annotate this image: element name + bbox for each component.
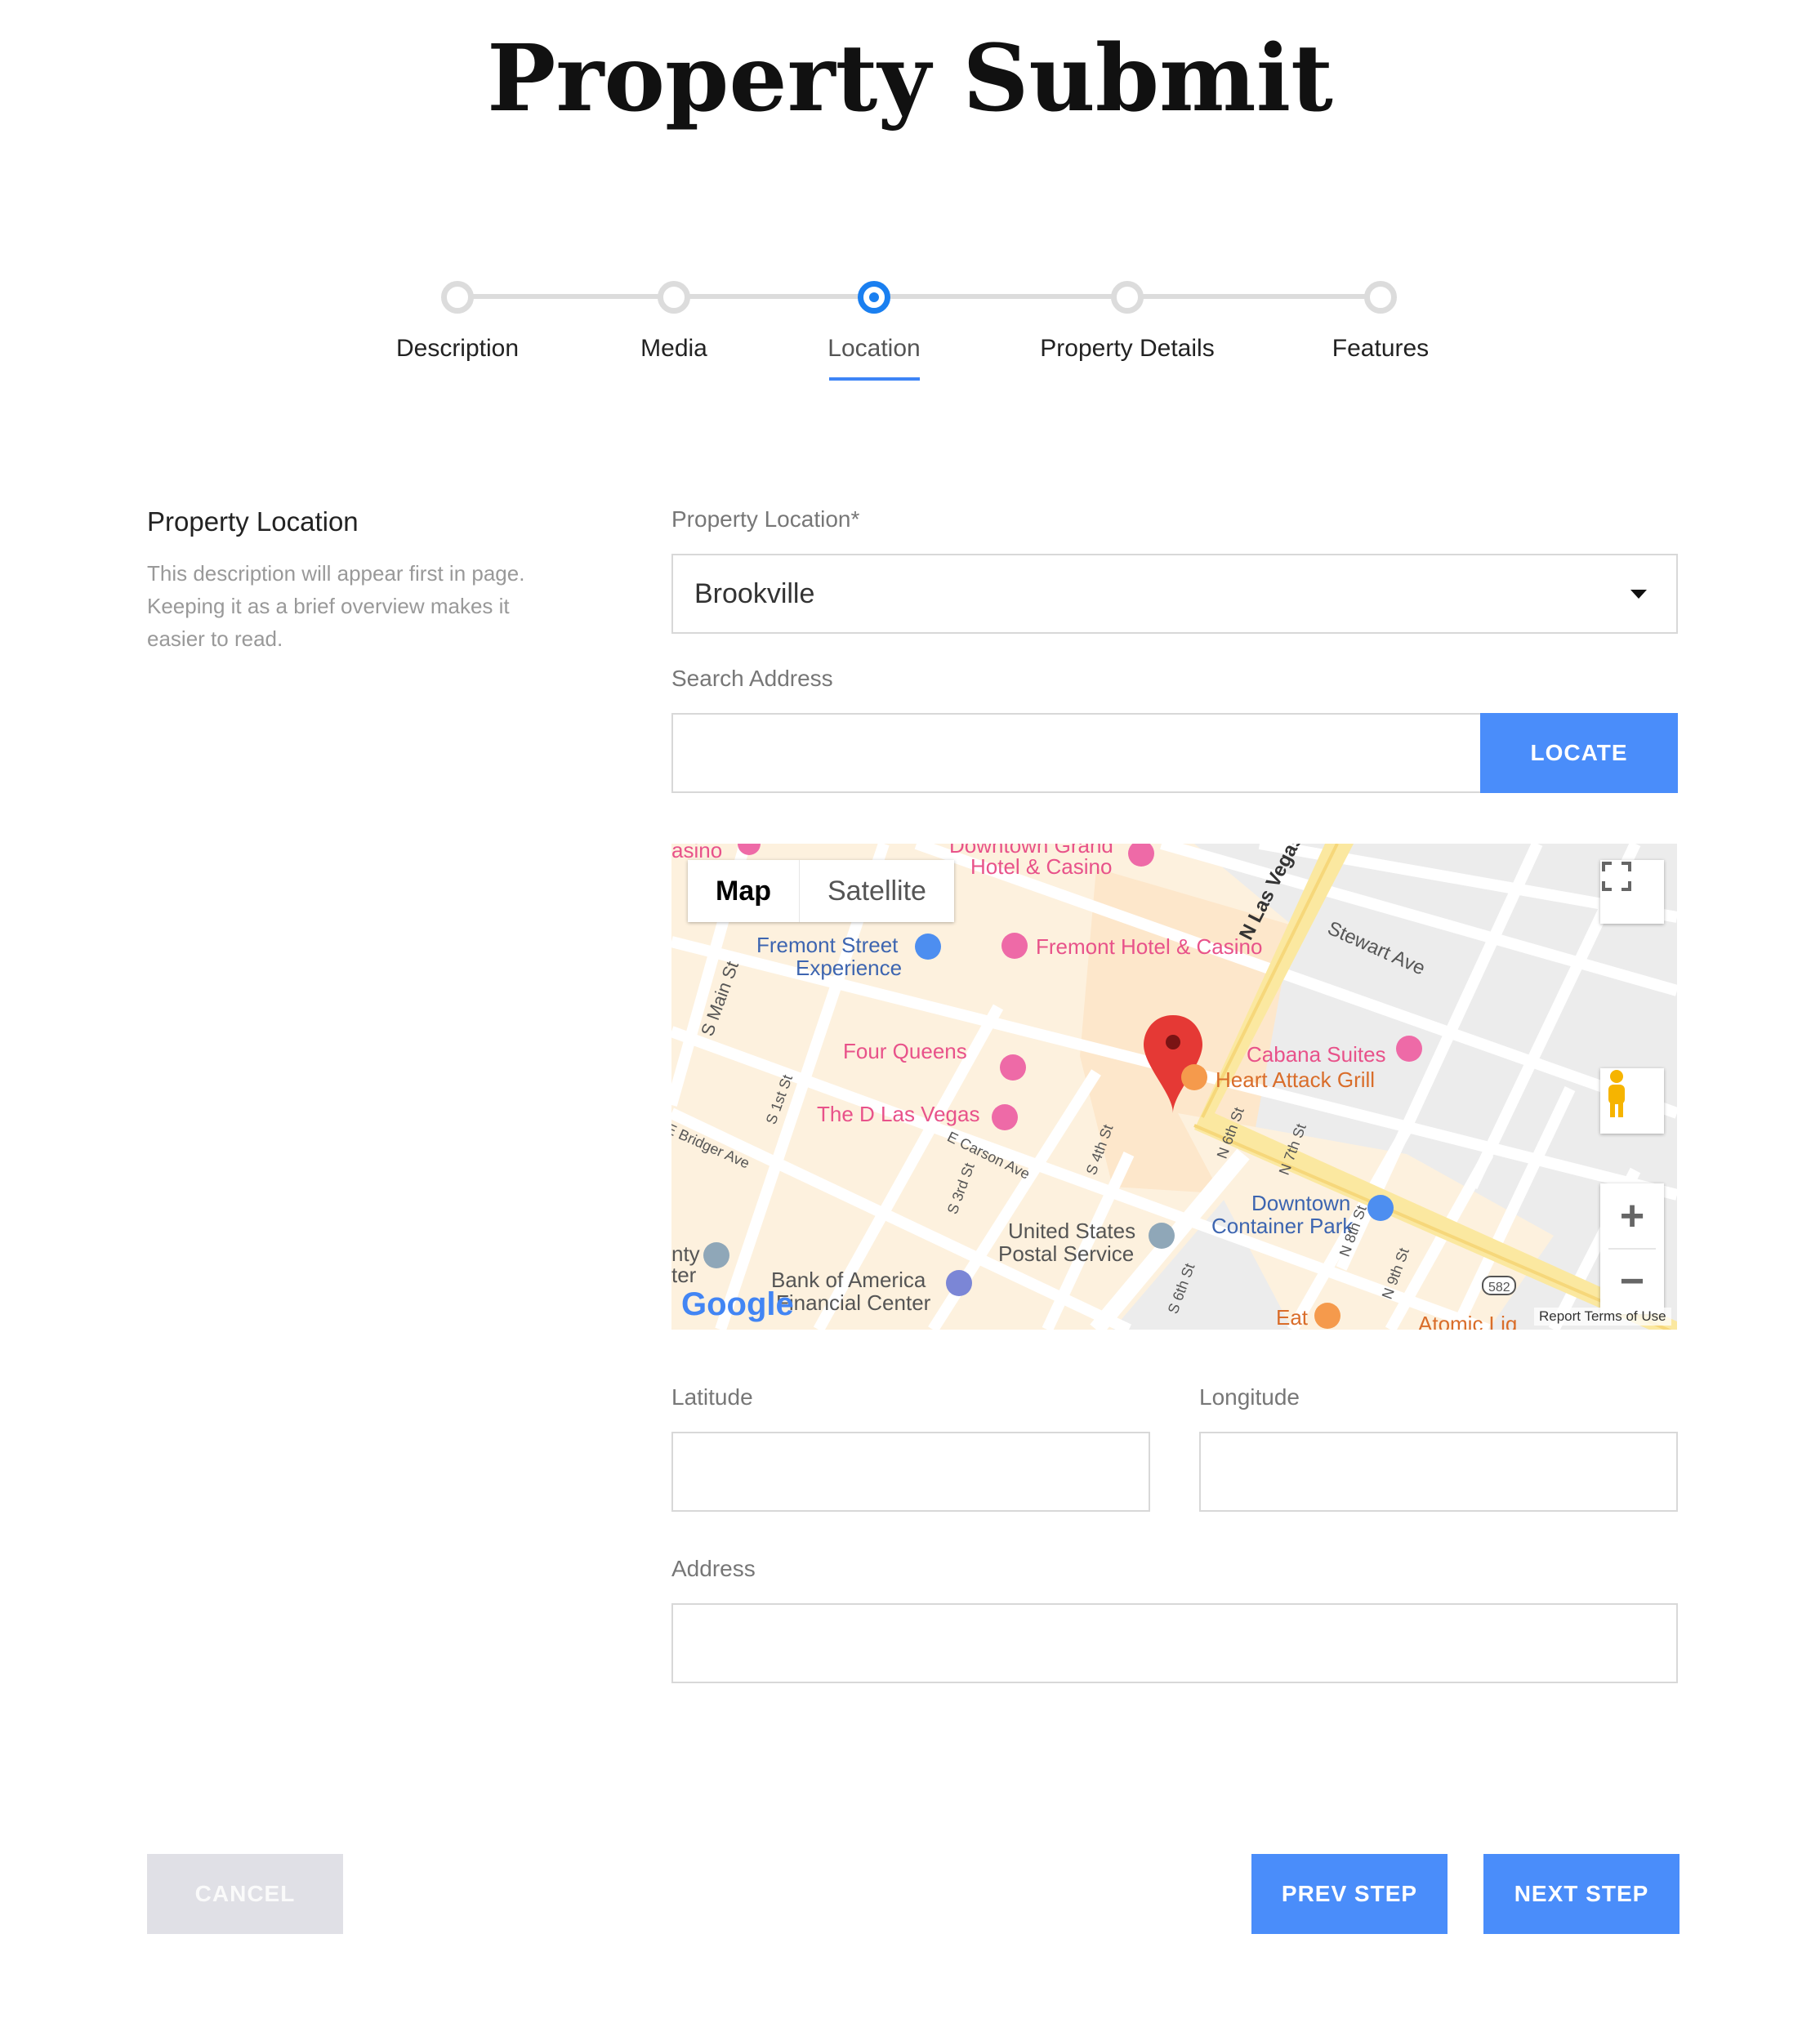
map-label: Atomic Liq: [1418, 1312, 1518, 1330]
step-property-details[interactable]: Property Details: [1005, 278, 1250, 363]
longitude-input[interactable]: [1199, 1432, 1678, 1512]
step-features[interactable]: Features: [1258, 278, 1503, 363]
step-label: Description: [395, 335, 520, 362]
longitude-label: Longitude: [1199, 1384, 1300, 1410]
cancel-button[interactable]: CANCEL: [147, 1854, 343, 1934]
zoom-in-button[interactable]: +: [1600, 1183, 1664, 1249]
caret-down-icon: [1630, 589, 1647, 599]
map-label: United States: [1008, 1219, 1136, 1243]
map-type-map-button[interactable]: Map: [688, 860, 800, 922]
page-title: Property Submit: [487, 25, 1333, 132]
map-label: Fremont Hotel & Casino: [1036, 934, 1263, 959]
map-label: The D Las Vegas: [817, 1102, 980, 1126]
zoom-control: + −: [1600, 1183, 1664, 1314]
step-dot: [1111, 281, 1144, 314]
map-label: Four Queens: [843, 1039, 967, 1063]
active-step-underline: [828, 377, 920, 381]
street-view-button[interactable]: [1600, 1068, 1664, 1134]
section-title: Property Location: [147, 506, 359, 537]
pegman-icon: [1608, 1070, 1625, 1117]
step-location[interactable]: Location: [752, 278, 997, 381]
address-label: Address: [671, 1556, 756, 1581]
address-input[interactable]: [671, 1603, 1678, 1683]
google-logo-text: Google: [681, 1286, 794, 1322]
step-description[interactable]: Description: [335, 278, 580, 363]
map-label: ter: [671, 1263, 697, 1287]
map-label: Heart Attack Grill: [1216, 1067, 1376, 1092]
map-label: Experience: [796, 956, 903, 980]
property-location-select[interactable]: Brookville: [671, 554, 1678, 634]
step-dot: [1364, 281, 1397, 314]
zoom-out-button[interactable]: −: [1600, 1249, 1664, 1314]
page: Property Submit Description Media Locati…: [0, 0, 1820, 2032]
google-logo: Google: [681, 1286, 794, 1323]
step-label: Property Details: [1040, 335, 1215, 362]
map-label: Financial Center: [776, 1290, 931, 1315]
property-location-label: Property Location*: [671, 506, 860, 532]
map-label: Container Park: [1211, 1214, 1354, 1238]
latitude-label: Latitude: [671, 1384, 753, 1410]
map-label: Cabana Suites: [1247, 1042, 1386, 1067]
map-label: Eat: [1276, 1305, 1309, 1330]
step-dot: [441, 281, 474, 314]
locate-button[interactable]: LOCATE: [1480, 713, 1678, 793]
map-label: Postal Service: [998, 1241, 1135, 1266]
map-label: asino: [671, 844, 723, 862]
map-type-satellite-button[interactable]: Satellite: [800, 860, 954, 922]
prev-step-button[interactable]: PREV STEP: [1251, 1854, 1448, 1934]
map-label: Downtown: [1251, 1191, 1351, 1215]
step-dot-active: [858, 281, 890, 314]
search-address-label: Search Address: [671, 666, 833, 691]
map-label: Fremont Street: [756, 933, 899, 957]
latitude-input[interactable]: [671, 1432, 1150, 1512]
step-label: Features: [1332, 335, 1430, 362]
stepper: Description Media Location Property Deta…: [376, 278, 1470, 400]
fullscreen-icon: [1602, 862, 1631, 891]
property-location-value: Brookville: [694, 577, 815, 609]
map-type-control: Map Satellite: [688, 860, 954, 922]
zoom-separator: [1608, 1248, 1656, 1250]
fullscreen-button[interactable]: [1600, 860, 1664, 924]
map-label: Hotel & Casino: [970, 854, 1113, 879]
step-dot: [658, 281, 690, 314]
map-label: nty: [671, 1241, 700, 1266]
next-step-button[interactable]: NEXT STEP: [1483, 1854, 1679, 1934]
route-shield-label: 582: [1488, 1281, 1510, 1295]
step-label: Location: [827, 335, 921, 362]
map-footer-links[interactable]: Report Terms of Use: [1534, 1308, 1671, 1326]
map[interactable]: Map Satellite + − asino Downtown Grand H…: [671, 844, 1677, 1330]
search-address-input[interactable]: [671, 713, 1482, 793]
map-label: Bank of America: [771, 1268, 926, 1292]
section-description: This description will appear first in pa…: [147, 561, 525, 651]
